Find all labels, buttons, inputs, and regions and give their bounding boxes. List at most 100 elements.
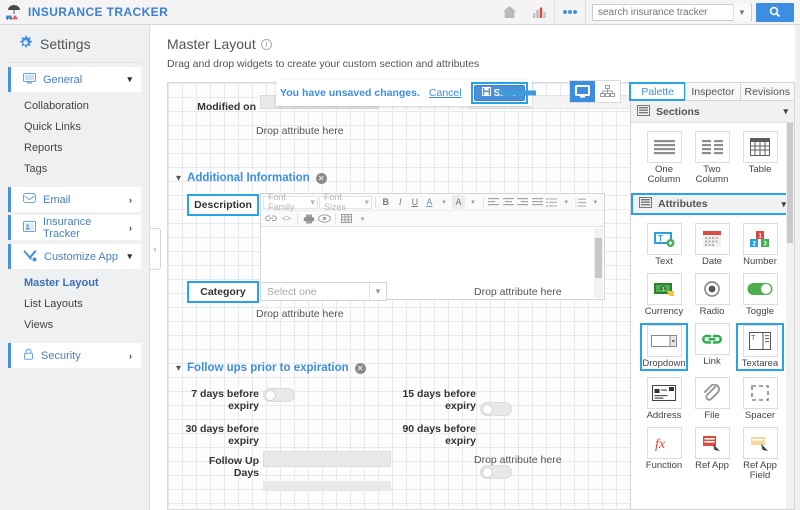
toggle-90-days-before-expiry[interactable] xyxy=(480,465,512,479)
sidebar-item-email[interactable]: Email › xyxy=(8,187,141,212)
section-header-follow-ups[interactable]: ▾ Follow ups prior to expiration ✕ xyxy=(176,362,366,374)
drop-zone[interactable]: Drop attribute here xyxy=(474,286,562,298)
sidebar-item-reports[interactable]: Reports xyxy=(0,137,149,158)
palette-item-spacer[interactable]: Spacer xyxy=(736,377,784,421)
link-icon[interactable] xyxy=(263,212,278,226)
palette-item-text[interactable]: T Text xyxy=(640,223,688,267)
search-button[interactable] xyxy=(756,2,794,22)
chevron-down-icon[interactable]: ▾ xyxy=(176,173,181,184)
group-header-sections[interactable]: Sections ▾ xyxy=(631,101,794,123)
sidebar-item-general[interactable]: General ▾ xyxy=(8,67,141,92)
align-right-icon[interactable] xyxy=(516,195,530,209)
sidebar-item-list-layouts[interactable]: List Layouts xyxy=(0,293,149,314)
font-family-select[interactable]: Font Family ▾ xyxy=(263,192,318,212)
page-scrollbar[interactable] xyxy=(795,25,800,510)
palette-item-ref-app-field[interactable]: Ref App Field xyxy=(736,427,784,481)
drop-zone[interactable]: Drop attribute here xyxy=(474,454,562,466)
palette-item-two-column[interactable]: Two Column xyxy=(688,131,736,185)
desktop-icon[interactable] xyxy=(570,81,595,102)
underline-button[interactable]: U xyxy=(408,195,422,209)
align-left-icon[interactable] xyxy=(487,195,501,209)
field-label-description-highlight[interactable]: Description xyxy=(187,194,259,216)
italic-button[interactable]: I xyxy=(394,195,408,209)
align-center-icon[interactable] xyxy=(501,195,515,209)
field-input-partial[interactable] xyxy=(263,481,391,491)
sidebar-item-quick-links[interactable]: Quick Links xyxy=(0,116,149,137)
category-select[interactable]: Select one ▼ xyxy=(260,282,387,301)
chevron-right-icon: › xyxy=(129,350,132,361)
divider xyxy=(335,213,336,224)
cancel-button[interactable]: Cancel xyxy=(429,87,462,99)
sidebar-item-tags[interactable]: Tags xyxy=(0,158,149,179)
palette-scrollbar[interactable] xyxy=(786,123,794,509)
palette-item-table[interactable]: Table xyxy=(736,131,784,185)
palette-item-function[interactable]: fx Function xyxy=(640,427,688,481)
bullet-list-icon[interactable] xyxy=(545,195,559,209)
preview-icon[interactable] xyxy=(317,212,332,226)
nav-group-customize-app: Customize App ▾ Master Layout List Layou… xyxy=(0,244,149,335)
chevron-down-icon[interactable]: ▼ xyxy=(733,3,750,21)
chevron-down-icon[interactable]: ▾ xyxy=(176,363,181,374)
palette-item-number[interactable]: 123 Number xyxy=(736,223,784,267)
tab-inspector[interactable]: Inspector xyxy=(685,82,741,101)
field-input-follow-up-days[interactable] xyxy=(263,451,391,467)
editor-scrollbar[interactable] xyxy=(594,228,603,298)
close-icon[interactable]: ✕ xyxy=(354,362,366,374)
sidebar-item-customize-app[interactable]: Customize App ▾ xyxy=(8,244,141,269)
hierarchy-icon[interactable] xyxy=(595,81,620,102)
chevron-down-icon[interactable]: ▾ xyxy=(559,195,573,209)
table-icon[interactable] xyxy=(339,212,354,226)
sidebar-item-views[interactable]: Views xyxy=(0,314,149,335)
palette-item-link[interactable]: Link xyxy=(688,323,736,371)
print-icon[interactable] xyxy=(301,212,316,226)
palette-item-one-column[interactable]: One Column xyxy=(640,131,688,185)
drop-zone[interactable]: Drop attribute here xyxy=(256,308,344,320)
search-area: ▼ xyxy=(592,2,800,22)
toggle-15-days-before-expiry[interactable] xyxy=(480,402,512,416)
palette-item-radio[interactable]: Radio xyxy=(688,273,736,317)
palette-item-dropdown[interactable]: Dropdown xyxy=(640,323,688,371)
chart-icon[interactable] xyxy=(524,0,554,25)
field-label-category-highlight[interactable]: Category xyxy=(187,281,259,303)
palette-item-date[interactable]: Date xyxy=(688,223,736,267)
palette-item-textarea[interactable]: T Textarea xyxy=(736,323,784,371)
sidebar-item-security[interactable]: Security › xyxy=(8,343,141,368)
chevron-down-icon[interactable]: ▾ xyxy=(437,195,451,209)
palette-item-address[interactable]: Address xyxy=(640,377,688,421)
chevron-down-icon[interactable]: ▾ xyxy=(783,106,788,117)
more-icon[interactable] xyxy=(555,0,585,25)
chevron-down-icon: ▾ xyxy=(364,196,370,207)
palette-item-currency[interactable]: $ Currency xyxy=(640,273,688,317)
text-color-button[interactable]: A xyxy=(423,195,437,209)
close-icon[interactable]: ✕ xyxy=(315,172,327,184)
palette-item-label: Spacer xyxy=(744,410,776,421)
palette-item-ref-app[interactable]: Ref App xyxy=(688,427,736,481)
tab-revisions[interactable]: Revisions xyxy=(739,82,795,101)
numbered-list-icon[interactable]: 123 xyxy=(574,195,588,209)
sidebar-item-master-layout[interactable]: Master Layout xyxy=(0,272,149,293)
highlight-color-button[interactable]: A xyxy=(451,195,466,209)
chevron-down-icon[interactable]: ▾ xyxy=(355,212,370,226)
toggle-7-days-before-expiry[interactable] xyxy=(263,388,295,402)
code-icon[interactable]: <> xyxy=(279,212,294,226)
sidebar-item-collaboration[interactable]: Collaboration xyxy=(0,95,149,116)
chevron-down-icon[interactable]: ▼ xyxy=(369,283,386,300)
home-icon[interactable] xyxy=(494,0,524,25)
search-box[interactable]: ▼ xyxy=(592,3,752,21)
chevron-down-icon[interactable]: ▾ xyxy=(589,195,603,209)
tab-palette[interactable]: Palette xyxy=(629,82,687,101)
search-input[interactable] xyxy=(593,4,733,20)
section-header-additional-information[interactable]: ▾ Additional Information ✕ xyxy=(176,172,327,184)
sidebar-item-insurance-tracker[interactable]: Insurance Tracker › xyxy=(8,215,141,240)
group-header-attributes[interactable]: Attributes ▾ xyxy=(631,193,794,215)
bold-button[interactable]: B xyxy=(379,195,393,209)
palette-item-toggle[interactable]: Toggle xyxy=(736,273,784,317)
font-size-select[interactable]: Font Sizes ▾ xyxy=(318,192,373,212)
palette-item-file[interactable]: File xyxy=(688,377,736,421)
chevron-down-icon[interactable]: ▾ xyxy=(466,195,480,209)
brand[interactable]: INSURANCE TRACKER xyxy=(0,4,168,20)
sidebar-collapse-handle[interactable]: ‹ xyxy=(150,228,161,270)
info-icon[interactable]: i xyxy=(260,38,272,50)
drop-zone[interactable]: Drop attribute here xyxy=(256,125,344,137)
align-justify-icon[interactable] xyxy=(530,195,544,209)
